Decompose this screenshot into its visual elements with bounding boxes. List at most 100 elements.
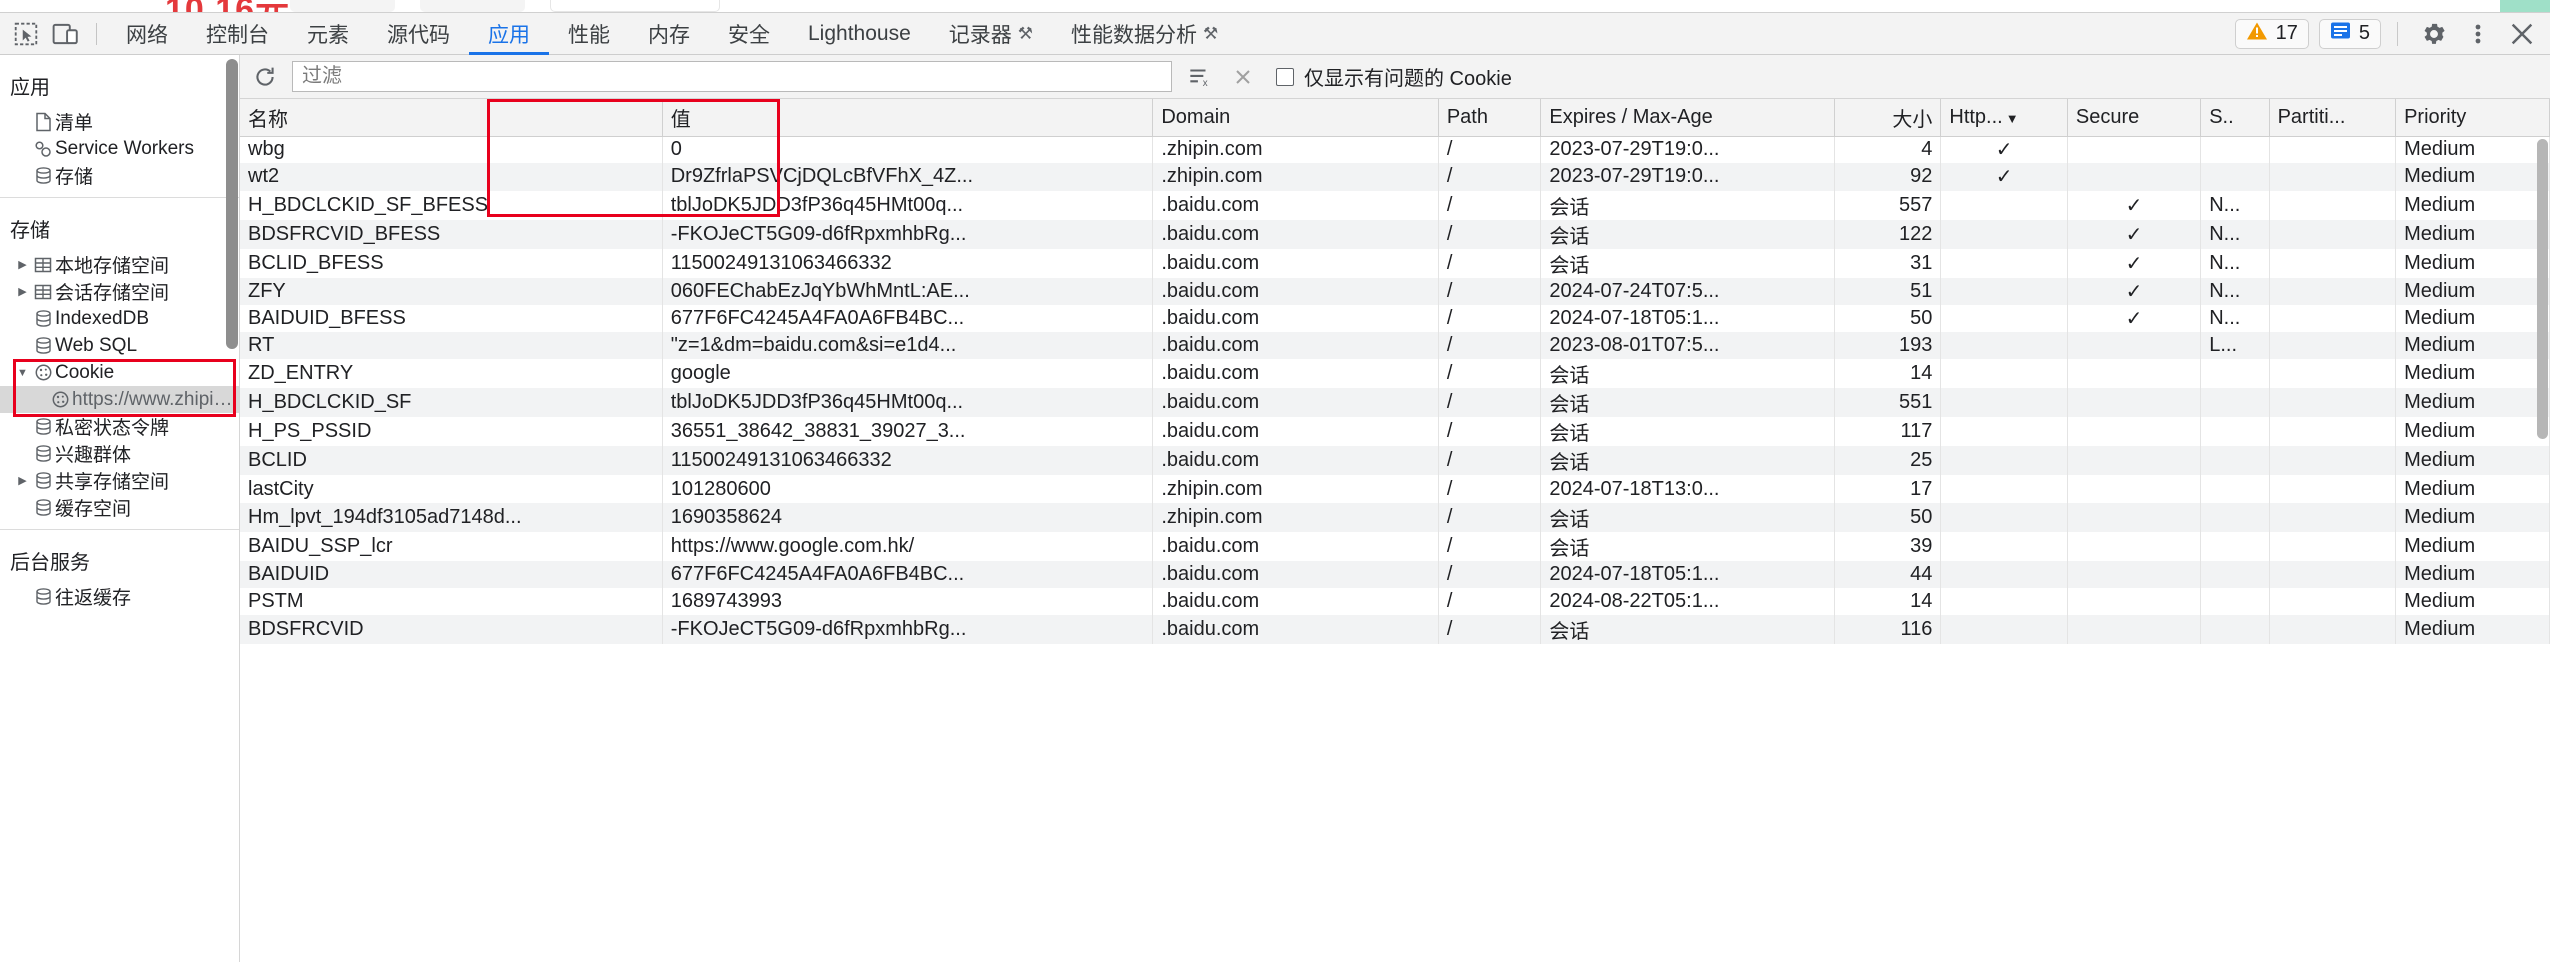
- table-row[interactable]: lastCity 101280600 .zhipin.com/2024-07-18T…: [240, 475, 2550, 503]
- warning-badge[interactable]: 17: [2234, 18, 2309, 49]
- tab-memory[interactable]: 内存: [629, 13, 709, 55]
- toolbar-divider-right: [2397, 21, 2398, 46]
- clear-all-cookies-icon[interactable]: x: [1182, 61, 1216, 93]
- cell-size: 51: [1834, 277, 1942, 305]
- sidebar-item-storage[interactable]: 存储: [0, 162, 239, 189]
- toolbar-divider: [96, 22, 97, 45]
- col-header-httponly[interactable]: Http... ▼: [1940, 99, 2068, 137]
- sidebar-section-background-services: 后台服务 往返缓存: [0, 529, 239, 618]
- device-toolbar-icon[interactable]: [46, 17, 86, 51]
- close-icon[interactable]: [2502, 16, 2542, 52]
- chevron-right-icon[interactable]: ▶: [14, 285, 31, 298]
- cell-size: 17: [1834, 475, 1942, 503]
- sidebar-item-session-storage[interactable]: ▶ 会话存储空间: [0, 278, 239, 305]
- cell-samesite: [2200, 615, 2270, 645]
- tab-performance-insights[interactable]: 性能数据分析 ⚒: [1052, 13, 1237, 55]
- chevron-right-icon[interactable]: ▶: [14, 474, 31, 487]
- sidebar-item-web-sql[interactable]: Web SQL: [0, 332, 239, 359]
- message-badge[interactable]: 5: [2318, 18, 2381, 49]
- gear-icon[interactable]: [2414, 16, 2454, 52]
- sidebar-item-local-storage[interactable]: ▶ 本地存储空间: [0, 251, 239, 278]
- cell-path: /: [1438, 359, 1542, 389]
- chevron-right-icon[interactable]: ▶: [14, 258, 31, 271]
- sidebar-item-cache-storage[interactable]: 缓存空间: [0, 494, 239, 521]
- tab-application[interactable]: 应用: [469, 13, 549, 55]
- cell-path: /: [1438, 475, 1542, 503]
- table-row[interactable]: ZFY 060FEChabEzJqYbWhMntL:AE... .baidu.com…: [240, 277, 2550, 305]
- col-header-expires[interactable]: Expires / Max-Age: [1540, 99, 1836, 137]
- col-header-path[interactable]: Path: [1438, 99, 1542, 137]
- sidebar-item-private-state-tokens[interactable]: 私密状态令牌: [0, 413, 239, 440]
- sidebar-item-cookie[interactable]: ▼ Cookie: [0, 359, 239, 386]
- tab-console[interactable]: 控制台: [187, 13, 288, 55]
- tab-recorder[interactable]: 记录器 ⚒: [930, 13, 1052, 55]
- table-row[interactable]: BAIDUID 677F6FC4245A4FA0A6FB4BC... .baidu.…: [240, 560, 2550, 589]
- sidebar-item-indexeddb[interactable]: IndexedDB: [0, 305, 239, 332]
- sidebar-item-service-workers[interactable]: Service Workers: [0, 135, 239, 162]
- cell-value: https://www.google.com.hk/: [662, 531, 1154, 561]
- tab-sources[interactable]: 源代码: [368, 13, 469, 55]
- table-row[interactable]: BDSFRCVID_BFESS -FKOJeCT5G09-d6fRpxmhbRg.…: [240, 219, 2550, 249]
- col-header-priority[interactable]: Priority: [2395, 99, 2550, 137]
- sidebar-scrollbar[interactable]: [226, 59, 238, 349]
- cell-value: 0: [662, 136, 1154, 164]
- sidebar-item-shared-storage[interactable]: ▶ 共享存储空间: [0, 467, 239, 494]
- cell-priority: Medium: [2395, 359, 2550, 389]
- col-header-size[interactable]: 大小: [1834, 99, 1942, 137]
- table-row[interactable]: H_PS_PSSID 36551_38642_38831_39027_3... .b…: [240, 417, 2550, 447]
- table-row[interactable]: H_BDCLCKID_SF_BFESS tblJoDK5JDD3fP36q45HM…: [240, 190, 2550, 220]
- col-header-domain[interactable]: Domain: [1152, 99, 1439, 137]
- cell-value: tblJoDK5JDD3fP36q45HMt00q...: [662, 388, 1154, 418]
- refresh-icon[interactable]: [248, 61, 282, 93]
- cell-priority: Medium: [2395, 277, 2550, 305]
- table-row[interactable]: BAIDUID_BFESS 677F6FC4245A4FA0A6FB4BC....…: [240, 304, 2550, 333]
- table-scrollbar[interactable]: [2537, 139, 2548, 439]
- sidebar-item-cookie-origin[interactable]: https://www.zhipin.c: [0, 386, 239, 413]
- cell-domain: .zhipin.com: [1152, 163, 1439, 191]
- cell-value: 1689743993: [662, 588, 1154, 616]
- table-row[interactable]: BDSFRCVID -FKOJeCT5G09-d6fRpxmhbRg... .bai…: [240, 615, 2550, 645]
- table-row[interactable]: wt2 Dr9ZfrlaPSVCjDQLcBfVFhX_4Z... .zhipin.…: [240, 163, 2550, 191]
- cell-expires: 会话: [1540, 417, 1836, 447]
- sidebar-section-title: 应用: [10, 77, 50, 99]
- table-row[interactable]: PSTM 1689743993 .baidu.com/2024-08-22T05:1…: [240, 588, 2550, 616]
- chevron-down-icon[interactable]: ▼: [14, 367, 31, 379]
- sidebar-item-interest-groups[interactable]: 兴趣群体: [0, 440, 239, 467]
- table-row[interactable]: RT "z=1&dm=baidu.com&si=e1d4... .baidu.com…: [240, 332, 2550, 360]
- table-row[interactable]: ZD_ENTRY google .baidu.com / 会话 14 Medium: [240, 359, 2550, 389]
- cell-httponly: [1940, 388, 2068, 418]
- sidebar-item-label: https://www.zhipin.c: [72, 388, 235, 410]
- tab-elements[interactable]: 元素: [288, 13, 368, 55]
- page-content-strip: 10.16元: [0, 0, 2550, 13]
- cell-domain: .baidu.com: [1152, 417, 1439, 447]
- col-header-value[interactable]: 值: [662, 99, 1154, 137]
- cell-httponly: [1940, 560, 2068, 589]
- only-problematic-cookies-checkbox-wrap[interactable]: 仅显示有问题的 Cookie: [1276, 62, 1512, 91]
- sidebar-item-back-forward-cache[interactable]: 往返缓存: [0, 583, 239, 610]
- table-row[interactable]: Hm_lpvt_194df3105ad7148d... 1690358624 .zh…: [240, 502, 2550, 532]
- table-row[interactable]: BCLID 11500249131063466332 .baidu.com / 会话 25…: [240, 446, 2550, 476]
- table-row[interactable]: wbg 0 .zhipin.com/2023-07-29T19:0... 4 ✓ Medi…: [240, 136, 2550, 164]
- cell-samesite: [2200, 588, 2270, 616]
- sidebar-item-manifest[interactable]: 清单: [0, 108, 239, 135]
- col-header-partition[interactable]: Partiti...: [2269, 99, 2397, 137]
- tab-lighthouse[interactable]: Lighthouse: [789, 13, 930, 55]
- filter-input[interactable]: [292, 61, 1172, 92]
- cell-samesite: [2200, 359, 2270, 389]
- clear-filtered-icon[interactable]: [1226, 61, 1260, 93]
- tab-performance[interactable]: 性能: [549, 13, 629, 55]
- kebab-menu-icon[interactable]: [2458, 16, 2498, 52]
- col-header-name[interactable]: 名称: [240, 99, 663, 137]
- tab-security[interactable]: 安全: [709, 13, 789, 55]
- tab-network[interactable]: 网络: [107, 13, 187, 55]
- col-header-samesite[interactable]: S..: [2200, 99, 2270, 137]
- col-header-secure[interactable]: Secure: [2067, 99, 2202, 137]
- cell-secure: [2067, 531, 2202, 561]
- cell-priority: Medium: [2395, 332, 2550, 360]
- table-row[interactable]: BAIDU_SSP_lcr https://www.google.com.hk/.…: [240, 531, 2550, 561]
- only-problematic-cookies-checkbox[interactable]: [1276, 67, 1294, 86]
- table-row[interactable]: BCLID_BFESS 11500249131063466332 .baidu.co…: [240, 248, 2550, 278]
- cell-httponly: [1940, 502, 2068, 532]
- inspect-cursor-icon[interactable]: [6, 17, 46, 51]
- table-row[interactable]: H_BDCLCKID_SF tblJoDK5JDD3fP36q45HMt00q..…: [240, 388, 2550, 418]
